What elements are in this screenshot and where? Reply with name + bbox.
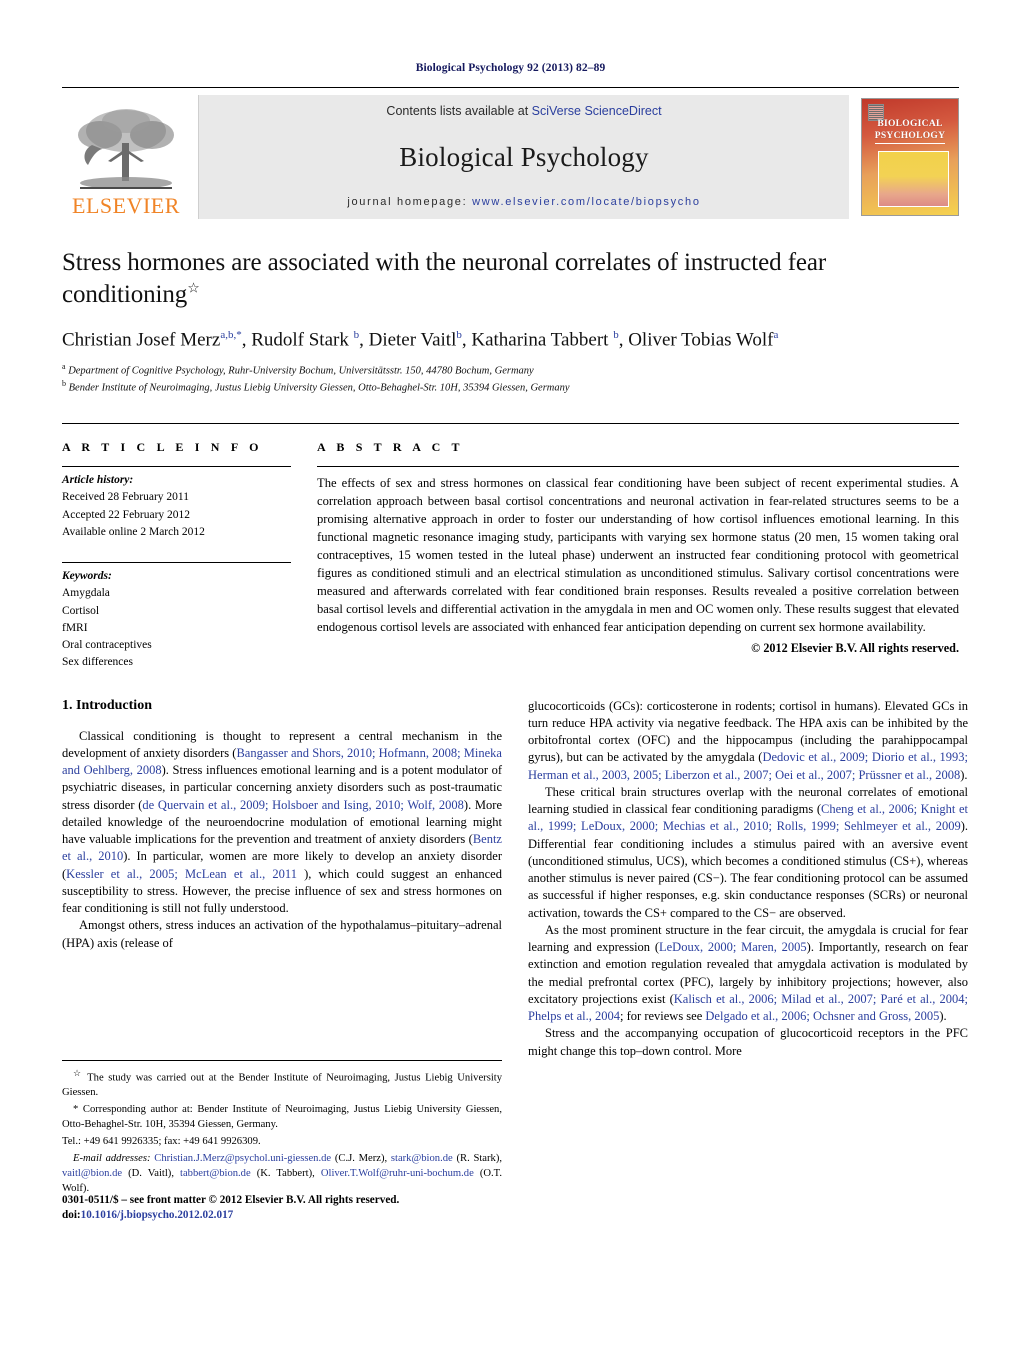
keywords-block: Keywords: Amygdala Cortisol fMRI Oral co… — [62, 557, 291, 672]
author-list: Christian Josef Merza,b,*, Rudolf Stark … — [62, 328, 779, 350]
divider — [62, 562, 291, 564]
paragraph: Classical conditioning is thought to rep… — [62, 728, 503, 916]
article-title-text: Stress hormones are associated with the … — [62, 249, 827, 308]
elsevier-tree-icon — [66, 105, 186, 197]
footnote-telephone: Tel.: +49 641 9926335; fax: +49 641 9926… — [62, 1136, 261, 1148]
paragraph: glucocorticoids (GCs): corticosterone in… — [528, 698, 968, 782]
journal-homepage-link[interactable]: www.elsevier.com/locate/biopsycho — [472, 196, 701, 208]
footnote-study-note: ☆ The study was carried out at the Bende… — [62, 1067, 503, 1099]
paragraph: Stress and the accompanying occupation o… — [528, 1026, 968, 1058]
footnote-corresponding-author: * Corresponding author at: Bender Instit… — [62, 1104, 502, 1131]
cover-title-line2: PSYCHOLOGY — [874, 130, 946, 145]
issn-front-matter: 0301-0511/$ – see front matter © 2012 El… — [62, 1193, 400, 1206]
footnote-email-addresses: E-mail addresses: Christian.J.Merz@psych… — [62, 1153, 502, 1195]
journal-banner: Contents lists available at SciVerse Sci… — [198, 95, 849, 219]
body-column-left: 1. Introduction Classical conditioning i… — [62, 697, 503, 1221]
homepage-prefix: journal homepage: — [347, 196, 473, 208]
abstract-label: A B S T R A C T — [317, 440, 464, 455]
accepted-date: Accepted 22 February 2012 — [62, 508, 191, 521]
info-abstract-section: A R T I C L E I N F O Article history: R… — [62, 423, 959, 672]
title-footnote-marker: ☆ — [187, 281, 200, 297]
paragraph: As the most prominent structure in the f… — [528, 922, 968, 1024]
cover-title-line1: BIOLOGICAL — [877, 119, 943, 129]
footnote-block: ☆ The study was carried out at the Bende… — [62, 1059, 503, 1199]
homepage-line: journal homepage: www.elsevier.com/locat… — [347, 196, 700, 208]
article-info-label: A R T I C L E I N F O — [62, 440, 263, 455]
affiliation-b-text: Bender Institute of Neuroimaging, Justus… — [68, 382, 570, 394]
contents-line: Contents lists available at SciVerse Sci… — [386, 104, 661, 118]
elsevier-logo: ELSEVIER — [62, 95, 190, 219]
body-columns: 1. Introduction Classical conditioning i… — [62, 697, 968, 1221]
keyword-item: fMRI — [62, 621, 88, 634]
affiliation-b: b Bender Institute of Neuroimaging, Just… — [62, 378, 959, 396]
contents-prefix: Contents lists available at — [386, 104, 532, 118]
doi-link[interactable]: 10.1016/j.biopsycho.2012.02.017 — [81, 1209, 234, 1221]
cover-title: BIOLOGICAL PSYCHOLOGY — [862, 118, 958, 145]
title-block: Stress hormones are associated with the … — [62, 247, 959, 396]
article-history-label: Article history: — [62, 474, 134, 487]
sciencedirect-link[interactable]: SciVerse ScienceDirect — [532, 104, 662, 118]
journal-masthead: ELSEVIER Contents lists available at Sci… — [62, 87, 959, 219]
cover-panel — [878, 151, 949, 207]
imprint-block: 0301-0511/$ – see front matter © 2012 El… — [62, 1193, 502, 1225]
abstract-copyright: © 2012 Elsevier B.V. All rights reserved… — [751, 641, 959, 656]
affiliation-a: a Department of Cognitive Psychology, Ru… — [62, 361, 959, 379]
journal-article-page: Biological Psychology 92 (2013) 82–89 EL… — [0, 0, 1021, 1351]
abstract-text: The effects of sex and stress hormones o… — [317, 476, 959, 635]
page-title: Stress hormones are associated with the … — [62, 247, 959, 311]
paragraph: These critical brain structures overlap … — [528, 784, 968, 920]
keywords-list: Keywords: Amygdala Cortisol fMRI Oral co… — [62, 568, 291, 672]
journal-title: Biological Psychology — [399, 141, 649, 172]
doi-line: doi:10.1016/j.biopsycho.2012.02.017 — [62, 1208, 502, 1224]
body-column-right: glucocorticoids (GCs): corticosterone in… — [528, 698, 968, 1060]
affiliation-b-marker: b — [62, 379, 66, 389]
keywords-label: Keywords: — [62, 570, 112, 583]
keyword-item: Cortisol — [62, 604, 100, 617]
abstract-column: A B S T R A C T The effects of sex and s… — [317, 440, 959, 672]
elsevier-wordmark: ELSEVIER — [72, 193, 180, 218]
section-heading-introduction: 1. Introduction — [62, 697, 152, 713]
article-info-column: A R T I C L E I N F O Article history: R… — [62, 440, 317, 672]
keyword-item: Oral contraceptives — [62, 639, 152, 652]
keyword-item: Sex differences — [62, 656, 133, 669]
doi-prefix: doi: — [62, 1209, 81, 1222]
article-history: Article history: Received 28 February 20… — [62, 467, 291, 541]
running-head: Biological Psychology 92 (2013) 82–89 — [415, 62, 606, 74]
affiliation-a-marker: a — [62, 361, 66, 371]
paragraph: Amongst others, stress induces an activa… — [62, 918, 502, 950]
available-online-date: Available online 2 March 2012 — [62, 525, 205, 538]
keyword-item: Amygdala — [62, 587, 110, 600]
received-date: Received 28 February 2011 — [62, 491, 189, 504]
affiliation-a-text: Department of Cognitive Psychology, Ruhr… — [68, 365, 534, 377]
journal-cover-thumbnail: BIOLOGICAL PSYCHOLOGY — [861, 98, 959, 216]
